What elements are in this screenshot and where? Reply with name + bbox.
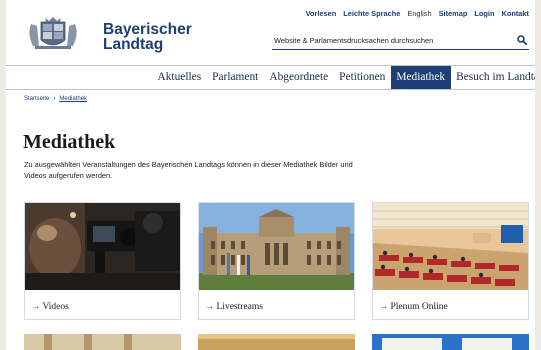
arrow-right-icon: →: [379, 302, 389, 312]
arrow-right-icon: →: [205, 302, 215, 312]
brand-line-1: Bayerischer: [103, 21, 192, 38]
main-navigation: Aktuelles Parlament Abgeordnete Petition…: [152, 66, 535, 89]
nav-abgeordnete[interactable]: Abgeordnete: [264, 66, 334, 89]
nav-petitionen[interactable]: Petitionen: [334, 66, 391, 89]
brand-name[interactable]: Bayerischer Landtag: [103, 21, 192, 53]
link-leichte-sprache[interactable]: Leichte Sprache: [343, 9, 400, 18]
card-label: Videos: [42, 302, 69, 312]
next-row-thumbnail-3[interactable]: [372, 334, 529, 350]
breadcrumb-separator: ›: [53, 96, 56, 102]
plenum-online-link[interactable]: → Plenum Online: [379, 302, 448, 312]
breadcrumb-current[interactable]: Mediathek: [59, 96, 87, 102]
livestreams-thumbnail-image[interactable]: [199, 203, 354, 290]
nav-mediathek[interactable]: Mediathek: [390, 66, 451, 89]
bavarian-coat-of-arms-logo[interactable]: [25, 16, 81, 52]
link-login[interactable]: Login: [474, 9, 494, 18]
search-icon[interactable]: [517, 35, 527, 45]
page: Bayerischer Landtag Vorlesen Leichte Spr…: [6, 0, 535, 350]
link-english[interactable]: English: [407, 9, 431, 18]
nav-divider: [6, 89, 535, 90]
page-title: Mediathek: [23, 131, 116, 153]
plenum-online-thumbnail-image[interactable]: [373, 203, 528, 290]
card-label: Plenum Online: [390, 302, 448, 312]
link-vorlesen[interactable]: Vorlesen: [306, 9, 337, 18]
videos-thumbnail-image[interactable]: [25, 203, 180, 290]
card-livestreams[interactable]: → Livestreams: [198, 202, 355, 320]
videos-link[interactable]: → Videos: [31, 302, 69, 312]
top-links: Vorlesen Leichte Sprache English Sitemap…: [306, 9, 529, 18]
search-input[interactable]: Website & Parlamentsdrucksachen durchsuc…: [274, 36, 433, 45]
nav-aktuelles[interactable]: Aktuelles: [152, 66, 207, 89]
search-field[interactable]: Website & Parlamentsdrucksachen durchsuc…: [272, 31, 529, 50]
intro-text: Zu ausgewählten Veranstaltungen des Baye…: [24, 160, 353, 180]
brand-line-2: Landtag: [103, 36, 164, 53]
link-kontakt[interactable]: Kontakt: [501, 9, 529, 18]
card-label: Livestreams: [216, 302, 263, 312]
card-plenum-online[interactable]: → Plenum Online: [372, 202, 529, 320]
next-row-thumbnail-2[interactable]: [198, 334, 355, 350]
breadcrumb: Startseite › Mediathek: [24, 96, 87, 102]
arrow-right-icon: →: [31, 302, 41, 312]
next-row-thumbnail-1[interactable]: [24, 334, 181, 350]
livestreams-link[interactable]: → Livestreams: [205, 302, 263, 312]
card-videos[interactable]: → Videos: [24, 202, 181, 320]
nav-parlament[interactable]: Parlament: [207, 66, 264, 89]
link-sitemap[interactable]: Sitemap: [439, 9, 468, 18]
nav-besuch-im-landtag[interactable]: Besuch im Landtag: [451, 66, 535, 89]
breadcrumb-home[interactable]: Startseite: [24, 96, 49, 102]
